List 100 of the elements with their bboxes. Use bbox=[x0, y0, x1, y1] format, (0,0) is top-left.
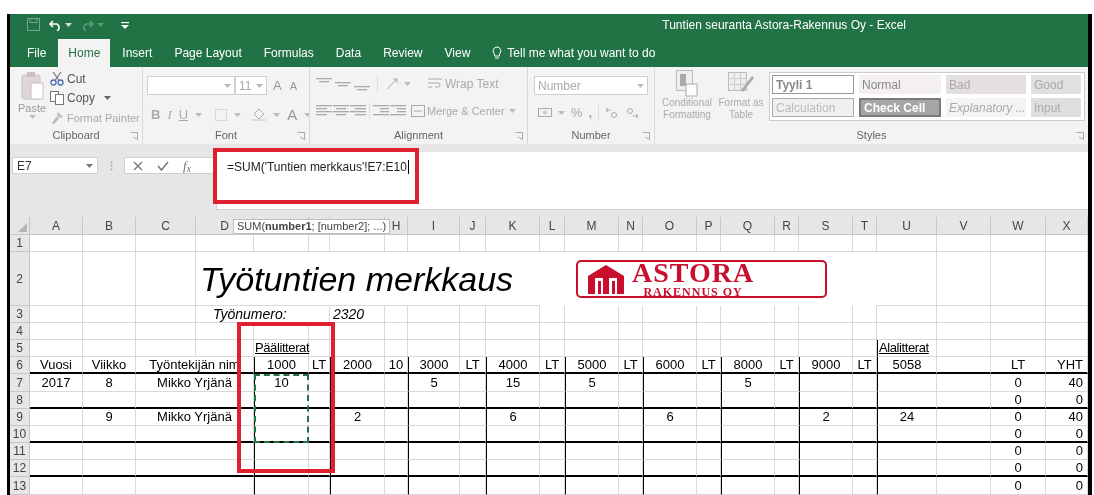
column-header[interactable]: T bbox=[853, 217, 877, 235]
select-all-icon[interactable] bbox=[18, 223, 27, 232]
insert-function-button[interactable]: f$_{x}$ bbox=[183, 155, 191, 176]
table-cell bbox=[619, 426, 643, 443]
table-cell: 0 bbox=[1046, 460, 1088, 477]
save-icon[interactable] bbox=[27, 18, 40, 31]
conditional-formatting-icon[interactable] bbox=[676, 70, 698, 97]
table-cell bbox=[385, 426, 408, 443]
copy-button[interactable]: Copy bbox=[50, 89, 140, 108]
caret-icon[interactable] bbox=[65, 22, 72, 27]
fill-bucket-icon[interactable] bbox=[252, 108, 267, 122]
orientation-icon[interactable] bbox=[385, 77, 401, 91]
column-header[interactable]: X bbox=[1046, 217, 1088, 235]
column-header[interactable]: V bbox=[937, 217, 991, 235]
formula-field[interactable]: =SUM('Tuntien merkkaus'!E7:E10 bbox=[216, 152, 1088, 210]
cancel-icon[interactable] bbox=[133, 160, 143, 171]
launcher-icon[interactable] bbox=[130, 132, 138, 140]
table-cell bbox=[937, 374, 991, 392]
column-header[interactable]: C bbox=[136, 217, 196, 235]
table-cell bbox=[83, 443, 136, 460]
name-box[interactable]: E7 bbox=[12, 157, 98, 174]
column-header[interactable]: Q bbox=[721, 217, 775, 235]
cell-style-option[interactable]: Tyyli 1 bbox=[772, 75, 854, 94]
row-header[interactable]: 10 bbox=[10, 426, 30, 443]
merge-cells-icon[interactable] bbox=[411, 105, 425, 118]
row-header[interactable]: 1 bbox=[10, 235, 30, 252]
column-header[interactable]: S bbox=[799, 217, 853, 235]
ribbon-tab[interactable]: Review bbox=[373, 39, 433, 67]
table-cell: 0 bbox=[1046, 443, 1088, 460]
table-cell bbox=[83, 340, 136, 357]
clipboard-icon[interactable] bbox=[20, 71, 44, 101]
ribbon-tab[interactable]: Insert bbox=[112, 39, 163, 67]
table-cell bbox=[1046, 252, 1088, 306]
wrap-text-icon[interactable] bbox=[428, 78, 442, 90]
table-cell bbox=[254, 235, 309, 252]
table-cell bbox=[196, 340, 254, 357]
column-header[interactable]: W bbox=[991, 217, 1046, 235]
row-header[interactable]: 11 bbox=[10, 443, 30, 460]
column-header[interactable]: N bbox=[619, 217, 643, 235]
launcher-icon[interactable] bbox=[297, 132, 305, 140]
caret-icon[interactable] bbox=[86, 163, 93, 168]
table-cell bbox=[697, 443, 721, 460]
select-all-button[interactable] bbox=[10, 217, 30, 235]
ribbon-tab[interactable]: View bbox=[434, 39, 481, 67]
cut-button[interactable]: Cut bbox=[50, 70, 140, 89]
row-header[interactable]: 9 bbox=[10, 409, 30, 426]
column-header[interactable]: R bbox=[775, 217, 799, 235]
row-header[interactable]: 3 bbox=[10, 306, 30, 323]
row-header[interactable]: 13 bbox=[10, 477, 30, 495]
row-header[interactable]: 6 bbox=[10, 357, 30, 374]
table-cell bbox=[937, 306, 991, 323]
table-cell bbox=[486, 460, 540, 477]
copy-icon[interactable] bbox=[50, 91, 64, 106]
column-header[interactable]: B bbox=[83, 217, 136, 235]
font-name-field[interactable] bbox=[147, 76, 235, 96]
currency-icon[interactable] bbox=[538, 106, 552, 119]
launcher-icon[interactable] bbox=[642, 132, 650, 140]
tell-me-field[interactable]: Tell me what you want to do bbox=[507, 44, 656, 62]
lightbulb-icon[interactable] bbox=[492, 46, 503, 60]
table-cell bbox=[460, 306, 486, 323]
column-header[interactable]: A bbox=[30, 217, 83, 235]
borders-icon[interactable] bbox=[215, 108, 228, 121]
ribbon-tab[interactable]: File bbox=[17, 39, 57, 67]
row-header[interactable]: 12 bbox=[10, 460, 30, 477]
table-cell bbox=[30, 306, 83, 323]
ribbon-tab[interactable]: Formulas bbox=[253, 39, 324, 67]
column-header[interactable]: I bbox=[408, 217, 460, 235]
row-header[interactable]: 8 bbox=[10, 392, 30, 409]
more-options-icon[interactable] bbox=[109, 161, 113, 171]
ribbon-tab[interactable]: Page Layout bbox=[164, 39, 252, 67]
enter-icon[interactable] bbox=[157, 160, 169, 171]
table-cell bbox=[643, 392, 697, 409]
redo-icon[interactable] bbox=[81, 18, 94, 31]
table-cell bbox=[697, 426, 721, 443]
ribbon-tab[interactable]: Home bbox=[58, 39, 111, 67]
column-header[interactable]: L bbox=[540, 217, 565, 235]
row-header[interactable]: 2 bbox=[10, 252, 30, 306]
column-header[interactable]: M bbox=[565, 217, 619, 235]
row-header[interactable]: 5 bbox=[10, 340, 30, 357]
column-header[interactable]: K bbox=[486, 217, 540, 235]
table-cell bbox=[721, 426, 775, 443]
increase-decimal-icon[interactable] bbox=[605, 106, 620, 119]
table-cell bbox=[853, 374, 877, 392]
row-header[interactable]: 7 bbox=[10, 374, 30, 392]
decrease-decimal-icon[interactable] bbox=[625, 106, 640, 119]
table-cell bbox=[697, 477, 721, 495]
column-header[interactable]: O bbox=[643, 217, 697, 235]
launcher-icon[interactable] bbox=[1076, 132, 1084, 140]
caret-icon[interactable] bbox=[104, 96, 111, 101]
customize-toolbar-icon[interactable] bbox=[121, 20, 129, 29]
table-cell: Alalitterat bbox=[877, 340, 937, 357]
column-header[interactable]: U bbox=[877, 217, 937, 235]
row-header[interactable]: 4 bbox=[10, 323, 30, 340]
column-header[interactable]: P bbox=[697, 217, 721, 235]
column-header[interactable]: J bbox=[460, 217, 486, 235]
ribbon-tab[interactable]: Data bbox=[325, 39, 372, 67]
scissors-icon[interactable] bbox=[50, 72, 64, 87]
table-cell bbox=[83, 252, 136, 306]
undo-icon[interactable] bbox=[49, 18, 62, 31]
launcher-icon[interactable] bbox=[515, 132, 523, 140]
